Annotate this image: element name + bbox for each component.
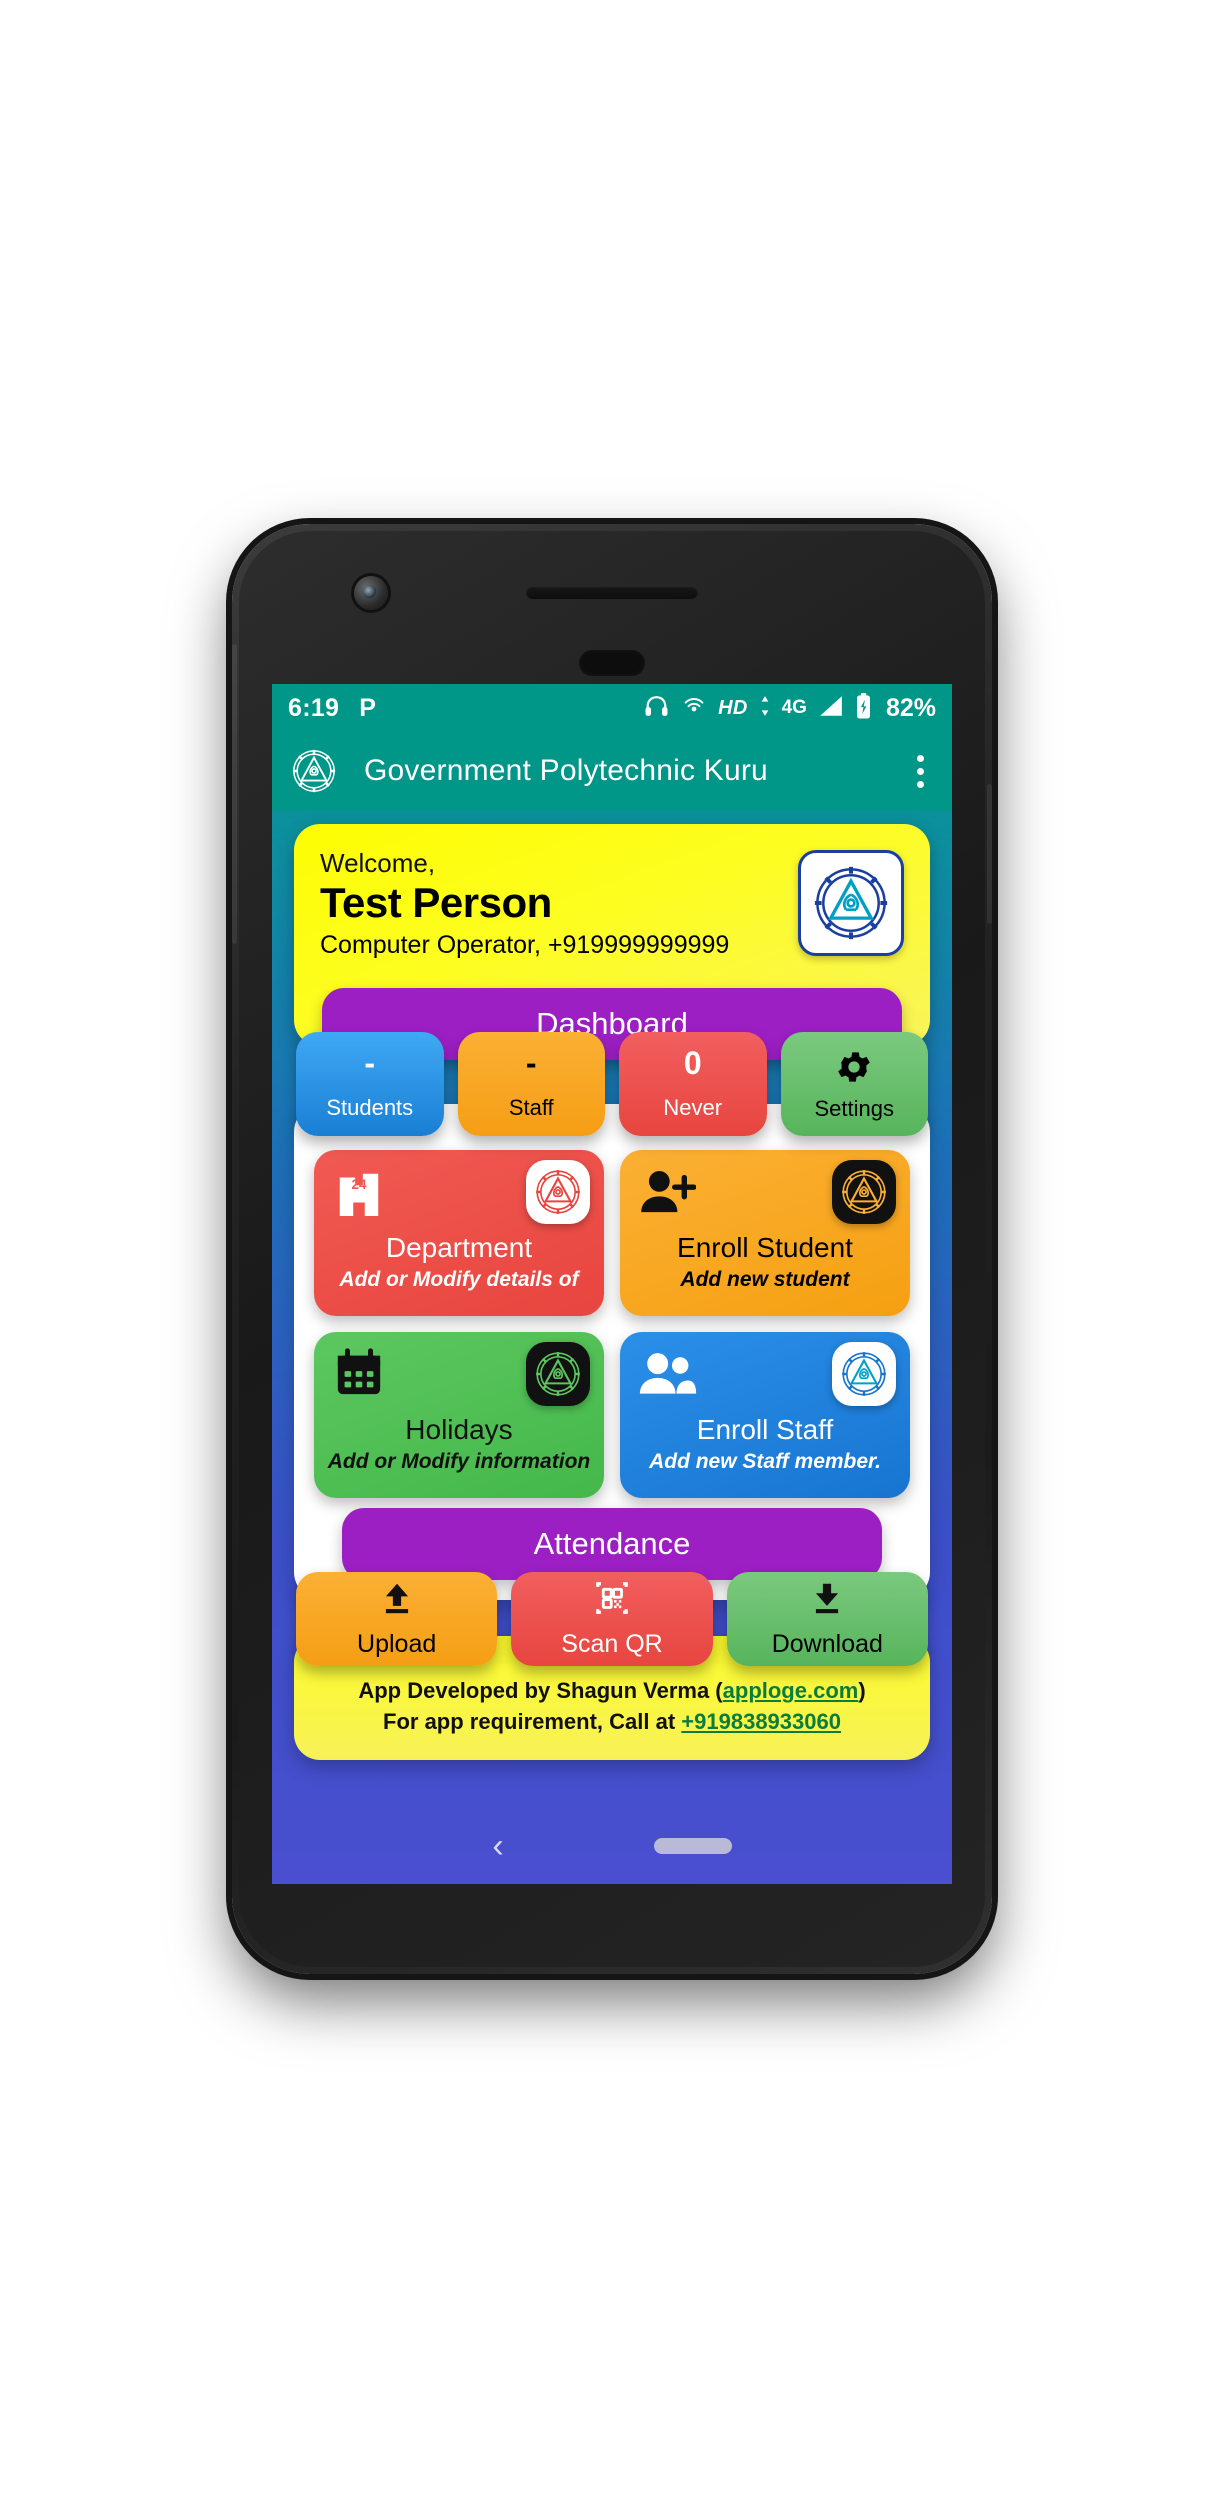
attendance-download-button[interactable]: Download: [726, 1572, 928, 1667]
attendance-scanqr-button[interactable]: Scan QR: [511, 1572, 713, 1667]
card-title: Department: [385, 1232, 533, 1264]
menu-panel: 24 Department Add or Modify details of E…: [294, 1104, 930, 1601]
attendance-section-header: Attendance: [342, 1508, 882, 1581]
menu-row-1: 24 Department Add or Modify details of E…: [314, 1150, 910, 1317]
card-holidays[interactable]: Holidays Add or Modify information: [314, 1332, 604, 1499]
footer-line1-prefix: App Developed by Shagun Verma (: [358, 1678, 723, 1704]
sensor-housing: [579, 650, 645, 676]
action-label: Download: [771, 1630, 883, 1659]
battery-percent: 82%: [885, 693, 936, 722]
hd-indicator: HD: [718, 696, 748, 719]
bezel-highlight-right: [987, 784, 992, 924]
attendance-upload-button[interactable]: Upload: [296, 1572, 498, 1667]
front-camera-icon: [354, 576, 388, 610]
phone-frame: 6:19 P HD 4G 82% Government Polytechnic …: [232, 524, 992, 1974]
calendar-icon: [332, 1348, 386, 1403]
network-type: 4G: [781, 697, 807, 718]
phone-screen: 6:19 P HD 4G 82% Government Polytechnic …: [272, 684, 952, 1884]
card-subtitle: Add or Modify information: [327, 1450, 591, 1474]
stat-label: Settings: [814, 1095, 895, 1121]
college-emblem-badge: [832, 1342, 896, 1407]
card-subtitle: Add or Modify details of: [339, 1268, 579, 1292]
footer-line-1: App Developed by Shagun Verma (apploge.c…: [316, 1676, 908, 1707]
card-enroll-staff[interactable]: Enroll Staff Add new Staff member.: [620, 1332, 910, 1499]
college-emblem-badge: [832, 1160, 896, 1225]
status-time: 6:19: [288, 693, 340, 722]
stat-tile-staff[interactable]: - Staff: [457, 1032, 605, 1137]
college-emblem-badge: [526, 1342, 590, 1407]
headphones-icon: [643, 695, 670, 722]
card-title: Holidays: [405, 1414, 513, 1446]
building-24-icon: 24: [332, 1166, 386, 1221]
app-bar-title: Government Polytechnic Kuru: [364, 754, 768, 787]
dashboard-stats-row: - Students - Staff 0 Never Settings: [296, 1032, 928, 1137]
apploge-link[interactable]: apploge.com: [723, 1678, 859, 1703]
action-label: Upload: [357, 1630, 437, 1659]
bezel-highlight-left: [232, 644, 237, 944]
footer-line-2: For app requirement, Call at +9198389330…: [316, 1707, 908, 1738]
stat-value: -: [525, 1045, 537, 1082]
earpiece-speaker: [526, 586, 698, 599]
card-title: Enroll Student: [677, 1232, 853, 1264]
people-icon: [638, 1348, 698, 1403]
upload-icon: [377, 1579, 417, 1622]
system-nav-bar: ‹: [272, 1808, 952, 1884]
college-emblem-badge: [526, 1160, 590, 1225]
download-icon: [807, 1579, 847, 1622]
menu-grid: 24 Department Add or Modify details of E…: [314, 1150, 910, 1499]
person-add-icon: [638, 1166, 697, 1221]
attendance-actions-row: Upload Scan QR Download: [296, 1572, 928, 1667]
stat-tile-settings[interactable]: Settings: [780, 1032, 928, 1137]
card-subtitle: Add new Staff member.: [649, 1450, 881, 1474]
action-label: Scan QR: [561, 1630, 663, 1659]
qr-code-icon: [592, 1579, 632, 1622]
cast-icon: [681, 694, 707, 723]
stat-label: Students: [326, 1095, 414, 1121]
status-icons: HD 4G 82%: [643, 692, 936, 724]
footer-line2-prefix: For app requirement, Call at: [383, 1708, 682, 1734]
overflow-menu-icon[interactable]: [907, 749, 934, 794]
card-department[interactable]: 24 Department Add or Modify details of: [314, 1150, 604, 1317]
stat-label: Never: [663, 1095, 723, 1121]
stat-value: 0: [683, 1045, 702, 1082]
battery-charging-icon: [855, 692, 872, 724]
stat-tile-students[interactable]: - Students: [296, 1032, 444, 1137]
college-logo-badge: [798, 850, 904, 956]
phone-link[interactable]: +919838933060: [681, 1709, 841, 1734]
back-chevron-icon[interactable]: ‹: [492, 1829, 503, 1863]
stat-label: Staff: [508, 1095, 554, 1121]
phonepe-icon: P: [359, 693, 376, 722]
data-transfer-icon: [759, 695, 771, 722]
svg-text:24: 24: [352, 1177, 367, 1192]
stat-tile-never[interactable]: 0 Never: [619, 1032, 767, 1137]
gear-icon: [834, 1047, 874, 1092]
card-title: Enroll Staff: [696, 1414, 834, 1446]
app-bar: Government Polytechnic Kuru: [272, 732, 952, 810]
card-enroll-student[interactable]: Enroll Student Add new student: [620, 1150, 910, 1317]
screenshot-stage: 6:19 P HD 4G 82% Government Polytechnic …: [0, 0, 1224, 2498]
status-bar: 6:19 P HD 4G 82%: [272, 684, 952, 732]
stat-value: -: [364, 1045, 376, 1082]
card-subtitle: Add new student: [680, 1268, 850, 1292]
home-pill-icon[interactable]: [653, 1838, 732, 1854]
menu-row-2: Holidays Add or Modify information Enrol…: [314, 1332, 910, 1499]
signal-bars-icon: [818, 695, 844, 722]
footer-line1-suffix: ): [858, 1678, 866, 1704]
college-emblem-icon[interactable]: [290, 747, 338, 795]
